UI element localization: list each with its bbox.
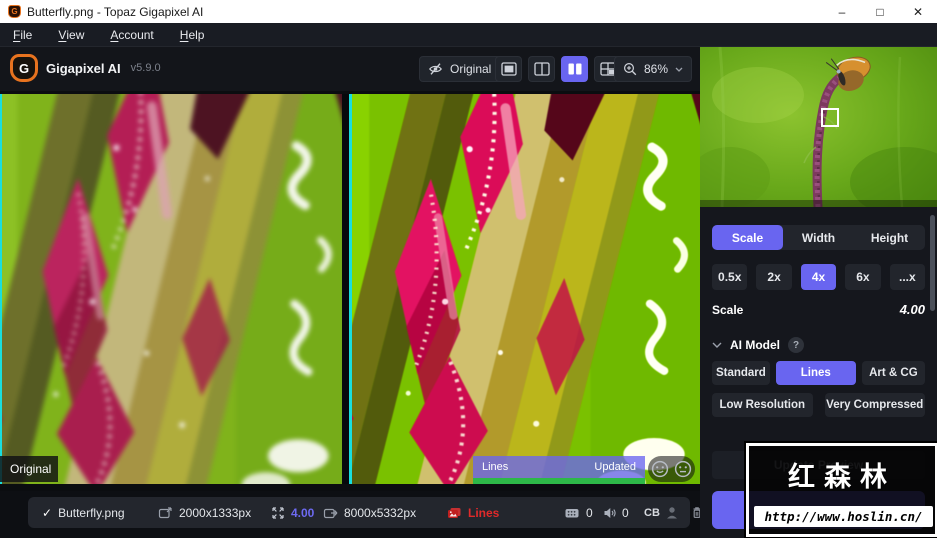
zoom-level: 86% (643, 62, 669, 76)
status-blur-value: 0 (622, 505, 629, 520)
status-model-badge: Lines (468, 505, 500, 520)
canvas-bottom-strip (0, 484, 700, 491)
watermark-title: 红森林 (788, 462, 896, 492)
ai-model-header[interactable]: AI Model ? (712, 337, 925, 353)
original-toggle-label: Original (450, 62, 492, 76)
resize-mode-tabs: Scale Width Height (712, 225, 925, 250)
model-lines-button[interactable]: Lines (775, 361, 856, 385)
model-name-label: Lines (482, 461, 509, 473)
blur-reduction-icon (602, 506, 616, 520)
scale-label: Scale (712, 302, 744, 317)
tab-width[interactable]: Width (783, 225, 854, 250)
app-version: v5.9.0 (130, 62, 161, 74)
scale-readout-row: Scale 4.00 (712, 302, 925, 317)
menu-account[interactable]: Account (97, 23, 166, 46)
minimize-button[interactable]: – (823, 0, 861, 23)
model-very-compressed-button[interactable]: Very Compressed (824, 393, 925, 417)
model-low-resolution-button[interactable]: Low Resolution (712, 393, 813, 417)
model-row-2: Low Resolution Very Compressed (712, 393, 925, 417)
input-size-item: 2000x1333px (158, 497, 251, 528)
view-mode-group (495, 56, 621, 82)
original-image-pane[interactable] (2, 94, 342, 484)
feedback-group (648, 456, 695, 482)
model-art-cg-button[interactable]: Art & CG (861, 361, 925, 385)
help-icon[interactable]: ? (788, 337, 804, 353)
file-status-item: ✓ Butterfly.png (42, 497, 125, 528)
status-scale-value: 4.00 (291, 505, 315, 520)
chevron-down-icon (675, 67, 683, 72)
preset-6x-button[interactable]: 6x (845, 264, 881, 290)
brand: G Gigapixel AI v5.9.0 (10, 54, 161, 82)
scale-status-item: 4.00 (271, 497, 314, 528)
output-image-icon (323, 506, 338, 520)
watermark-overlay: 红森林 http://www.hoslin.cn/ (746, 443, 937, 537)
close-button[interactable]: ✕ (899, 0, 937, 23)
app-icon: G (8, 5, 21, 18)
preset-2x-button[interactable]: 2x (756, 264, 792, 290)
status-output-size: 8000x5332px (344, 505, 417, 520)
gigapixel-window: G Butterfly.png - Topaz Gigapixel AI – □… (0, 0, 937, 538)
face-recovery-item[interactable] (664, 497, 680, 528)
maximize-button[interactable]: □ (861, 0, 899, 23)
original-toggle-button[interactable]: Original (419, 56, 505, 82)
input-image-icon (158, 506, 173, 520)
preview-progress-bar (473, 478, 645, 484)
model-status-item: Lines (446, 497, 499, 528)
tab-scale[interactable]: Scale (712, 225, 783, 250)
eye-off-icon (428, 62, 443, 76)
toolbar: G Gigapixel AI v5.9.0 Original 86% (0, 47, 700, 91)
ai-model-title: AI Model (730, 338, 780, 352)
title-bar: G Butterfly.png - Topaz Gigapixel AI – □… (0, 0, 937, 23)
cb-status-item: CB (644, 497, 660, 528)
compare-canvas: Original Lines Updated (0, 91, 700, 484)
check-icon: ✓ (42, 505, 53, 520)
status-cb-label: CB (644, 506, 660, 519)
menu-view[interactable]: View (45, 23, 97, 46)
preset-0-5x-button[interactable]: 0.5x (712, 264, 748, 290)
preset-4x-button[interactable]: 4x (800, 264, 837, 290)
view-split-button[interactable] (528, 56, 555, 82)
watermark-url: http://www.hoslin.cn/ (754, 506, 933, 527)
expand-icon (271, 506, 285, 520)
view-single-button[interactable] (495, 56, 522, 82)
pane-divider[interactable] (342, 94, 352, 484)
chevron-down-icon (712, 342, 722, 348)
status-filename: Butterfly.png (58, 505, 125, 520)
status-input-size: 2000x1333px (179, 505, 252, 520)
scale-preset-group: 0.5x 2x 4x 6x ...x (712, 264, 926, 290)
gigapixel-logo-icon: G (10, 54, 38, 82)
model-row-1: Standard Lines Art & CG (712, 361, 925, 385)
status-noise-value: 0 (586, 505, 593, 520)
noise-suppression-icon (564, 506, 580, 520)
original-pane-label: Original (0, 456, 58, 482)
model-standard-button[interactable]: Standard (712, 361, 770, 385)
zoom-in-icon (623, 62, 637, 76)
model-badge-icon (446, 506, 462, 520)
app-name: Gigapixel AI (46, 60, 121, 76)
status-bar: ✓ Butterfly.png 2000x1333px 4.00 8000x53… (28, 497, 701, 528)
menu-help[interactable]: Help (167, 23, 218, 46)
menu-file[interactable]: File (0, 23, 45, 46)
updated-status-label: Updated (594, 461, 636, 473)
output-size-item: 8000x5332px (323, 497, 416, 528)
status-area: ✓ Butterfly.png 2000x1333px 4.00 8000x53… (0, 491, 701, 538)
processed-pane-label-bar: Lines Updated (473, 456, 645, 478)
window-title: Butterfly.png - Topaz Gigapixel AI (27, 4, 204, 19)
processed-image-pane[interactable] (352, 94, 700, 484)
scale-value[interactable]: 4.00 (900, 302, 925, 317)
navigator-thumbnail[interactable] (700, 47, 937, 207)
zoom-control[interactable]: 86% (614, 56, 692, 82)
happy-face-button[interactable] (650, 459, 670, 479)
preset-custom-button[interactable]: ...x (889, 264, 926, 290)
panel-scrollbar-thumb[interactable] (930, 215, 935, 311)
person-icon (664, 505, 680, 520)
tab-height[interactable]: Height (854, 225, 925, 250)
blur-status-item: 0 (602, 497, 629, 528)
noise-status-item: 0 (564, 497, 593, 528)
menu-bar: File View Account Help (0, 23, 937, 47)
neutral-face-button[interactable] (673, 459, 693, 479)
view-side-by-side-button[interactable] (561, 56, 588, 82)
